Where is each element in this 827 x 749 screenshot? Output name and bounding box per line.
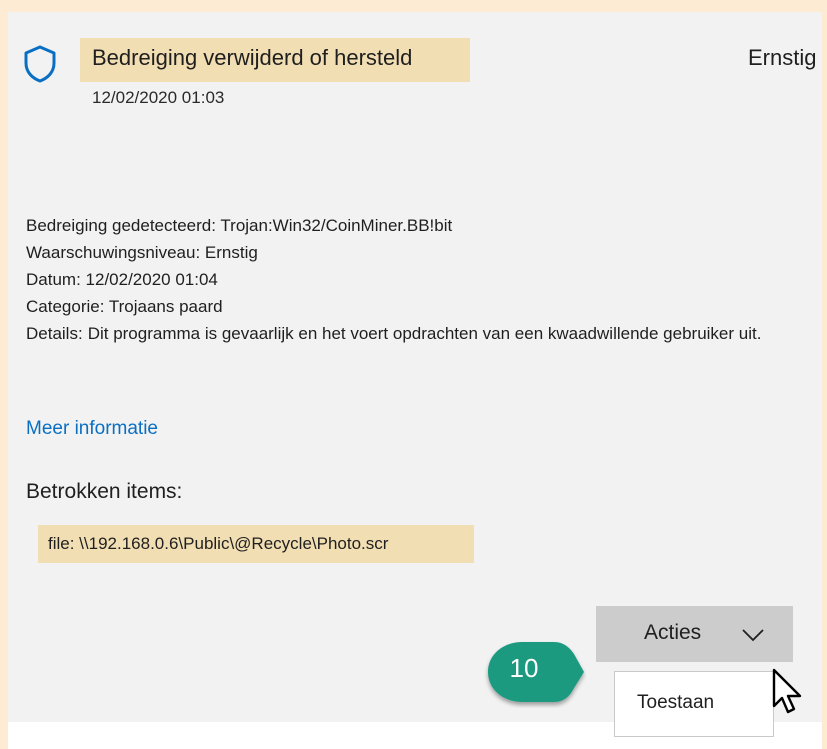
more-info-link[interactable]: Meer informatie [26,418,158,440]
chevron-down-icon [742,629,764,642]
detail-row-details: Details: Dit programma is gevaarlijk en … [26,320,827,347]
detail-row-level: Waarschuwingsniveau: Ernstig [26,239,827,266]
category-label: Categorie: [26,297,105,316]
alert-level-label: Waarschuwingsniveau: [26,243,201,262]
actions-dropdown-menu: Toestaan [614,671,774,737]
threat-title: Bedreiging verwijderd of hersteld [92,45,413,70]
threat-timestamp: 12/02/2020 01:03 [92,88,225,107]
details-value: Dit programma is gevaarlijk en het voert… [87,324,762,343]
detail-row-category: Categorie: Trojaans paard [26,293,827,320]
severity-label: Ernstig [748,45,817,70]
threat-detected-value: Trojan:Win32/CoinMiner.BB!bit [220,216,453,235]
alert-level-value: Ernstig [204,243,258,262]
category-value: Trojaans paard [108,297,223,316]
threat-details: Bedreiging gedetecteerd: Trojan:Win32/Co… [26,212,827,347]
page-edge [822,0,827,749]
details-label: Details: [26,324,83,343]
actions-button-label: Acties [644,621,702,644]
detail-row-threat: Bedreiging gedetecteerd: Trojan:Win32/Co… [26,212,827,239]
affected-file-path: file: \\192.168.0.6\Public\@Recycle\Phot… [48,534,389,553]
mouse-cursor-icon [772,668,802,714]
threat-detected-label: Bedreiging gedetecteerd: [26,216,216,235]
step-number: 10 [509,653,539,683]
date-value: 12/02/2020 01:04 [85,270,218,289]
menu-item-allow[interactable]: Toestaan [637,692,714,714]
actions-button[interactable]: Acties [596,606,793,662]
detail-row-date: Datum: 12/02/2020 01:04 [26,266,827,293]
affected-items-heading: Betrokken items: [26,480,183,503]
shield-icon [24,45,56,83]
date-label: Datum: [26,270,81,289]
